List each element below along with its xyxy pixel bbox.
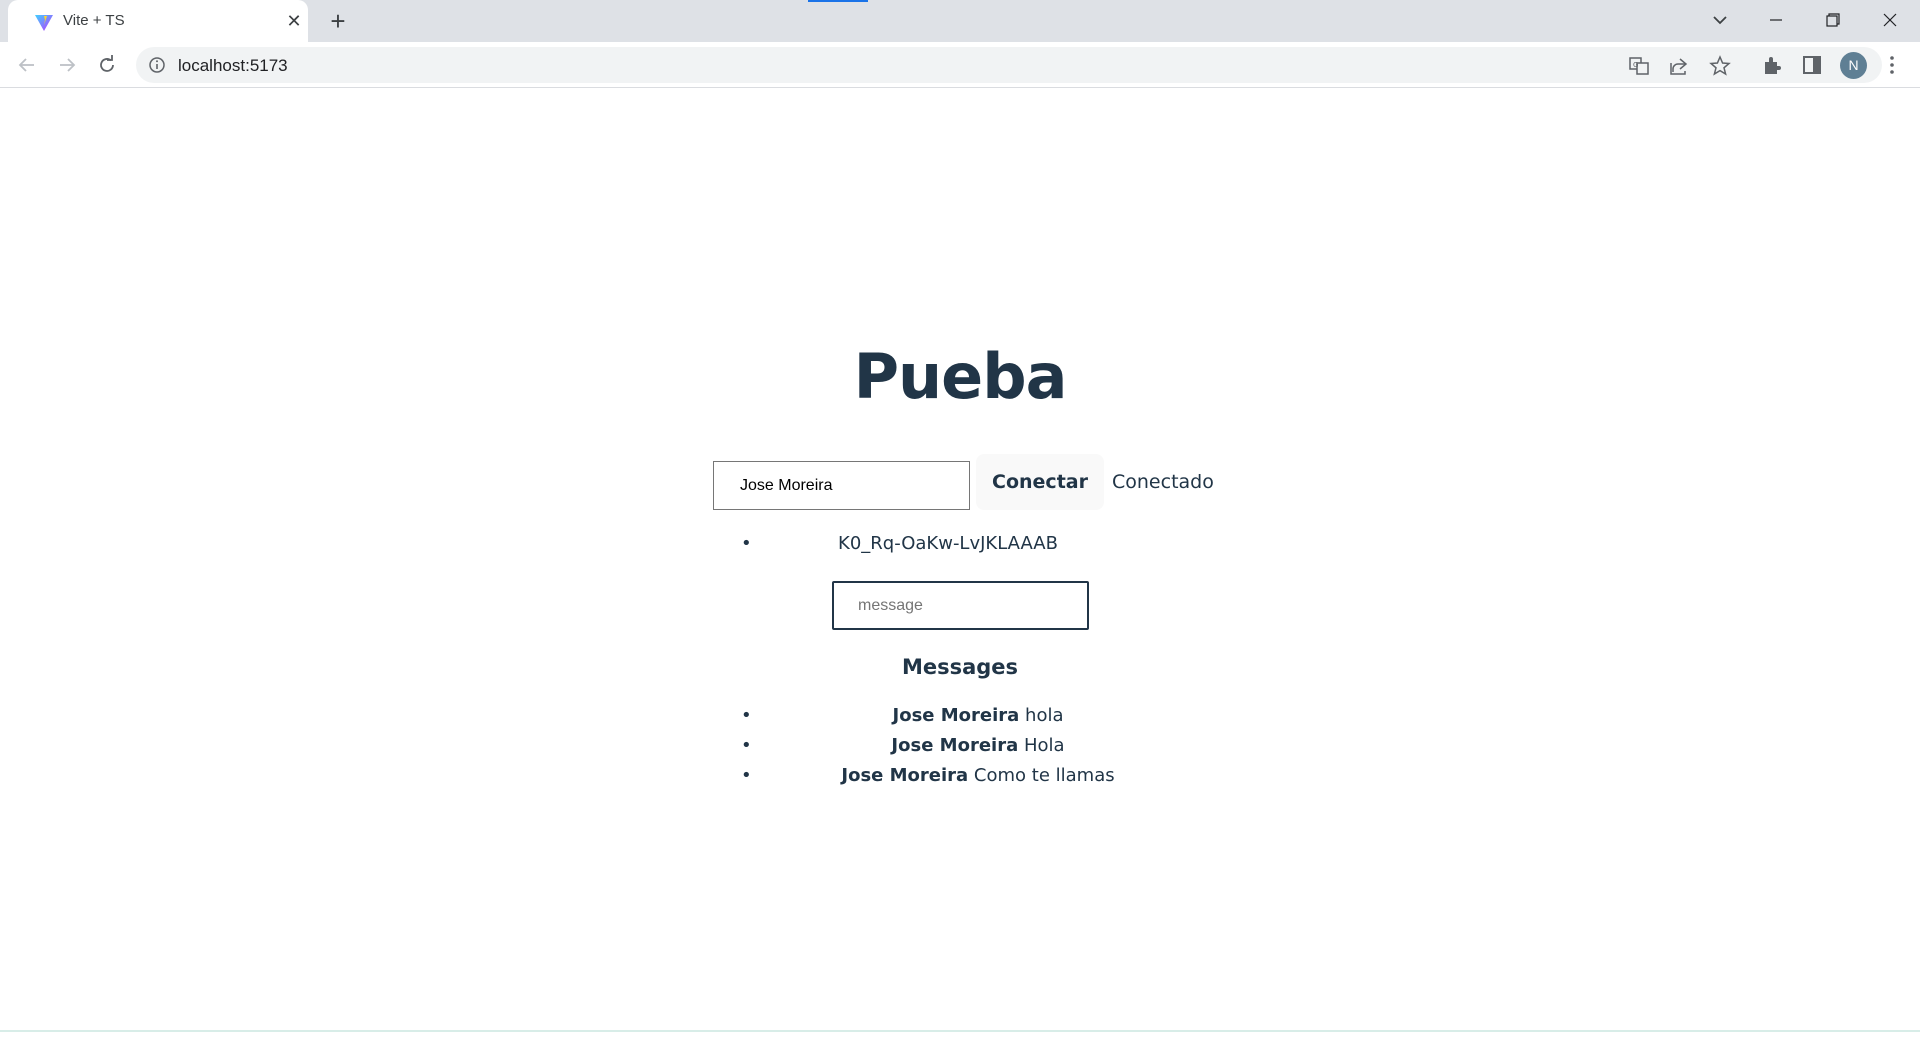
message-text: hola xyxy=(1025,705,1064,726)
extensions-puzzle-icon[interactable] xyxy=(1760,53,1784,77)
messages-list: • Jose Moreira hola • Jose Moreira Hola … xyxy=(713,701,1203,791)
bullet: • xyxy=(741,765,752,786)
message-text: Hola xyxy=(1023,735,1065,756)
reload-icon[interactable] xyxy=(93,51,121,79)
bookmark-star-icon[interactable] xyxy=(1709,55,1731,77)
connection-status: Conectado xyxy=(1112,471,1214,493)
bullet: • xyxy=(741,533,752,554)
browser-toolbar: localhost:5173 G N xyxy=(0,42,1920,88)
more-menu-icon[interactable] xyxy=(1880,53,1904,77)
minimize-icon[interactable] xyxy=(1756,4,1796,36)
client-id-text: K0_Rq-OaKw-LvJKLAAAB xyxy=(838,533,1058,554)
translate-icon[interactable]: G xyxy=(1628,55,1650,77)
message-author: Jose Moreira xyxy=(892,705,1020,726)
vite-logo-icon xyxy=(35,15,53,31)
window-close-icon[interactable] xyxy=(1870,4,1910,36)
address-bar[interactable]: localhost:5173 G xyxy=(136,47,1882,83)
bottom-divider xyxy=(0,1030,1920,1032)
svg-text:G: G xyxy=(1633,61,1638,69)
side-panel-icon[interactable] xyxy=(1800,53,1824,77)
tab-search-icon[interactable] xyxy=(1708,8,1732,32)
message-author: Jose Moreira xyxy=(841,765,969,786)
name-input[interactable]: Jose Moreira xyxy=(713,461,970,510)
browser-tabstrip: Vite + TS ✕ + xyxy=(0,0,1920,42)
connect-button[interactable]: Conectar xyxy=(976,454,1104,510)
messages-heading: Messages xyxy=(901,655,1019,679)
tab-loading-indicator xyxy=(808,0,868,2)
url-text[interactable]: localhost:5173 xyxy=(178,56,288,76)
new-tab-button[interactable]: + xyxy=(324,8,352,36)
forward-arrow-icon[interactable] xyxy=(53,51,81,79)
message-author: Jose Moreira xyxy=(891,735,1019,756)
message-item: • Jose Moreira hola xyxy=(713,701,1203,731)
tab-title: Vite + TS xyxy=(63,12,125,29)
back-arrow-icon[interactable] xyxy=(13,51,41,79)
page-title: Pueba xyxy=(853,340,1068,413)
message-input[interactable] xyxy=(832,581,1089,630)
restore-icon[interactable] xyxy=(1813,4,1853,36)
page-viewport: Pueba Jose Moreira Conectar Conectado • … xyxy=(0,89,1920,1031)
bullet: • xyxy=(741,705,752,726)
client-id-item: • K0_Rq-OaKw-LvJKLAAAB xyxy=(713,529,1113,559)
bullet: • xyxy=(741,735,752,756)
message-item: • Jose Moreira Hola xyxy=(713,731,1203,761)
client-id-list: • K0_Rq-OaKw-LvJKLAAAB xyxy=(713,529,1113,559)
profile-avatar[interactable]: N xyxy=(1840,52,1867,79)
tab-close-icon[interactable]: ✕ xyxy=(284,11,304,31)
message-text: Como te llamas xyxy=(973,765,1115,786)
site-info-icon[interactable] xyxy=(148,56,166,74)
message-item: • Jose Moreira Como te llamas xyxy=(713,761,1203,791)
share-icon[interactable] xyxy=(1668,55,1690,77)
browser-tab[interactable]: Vite + TS ✕ xyxy=(8,0,308,42)
